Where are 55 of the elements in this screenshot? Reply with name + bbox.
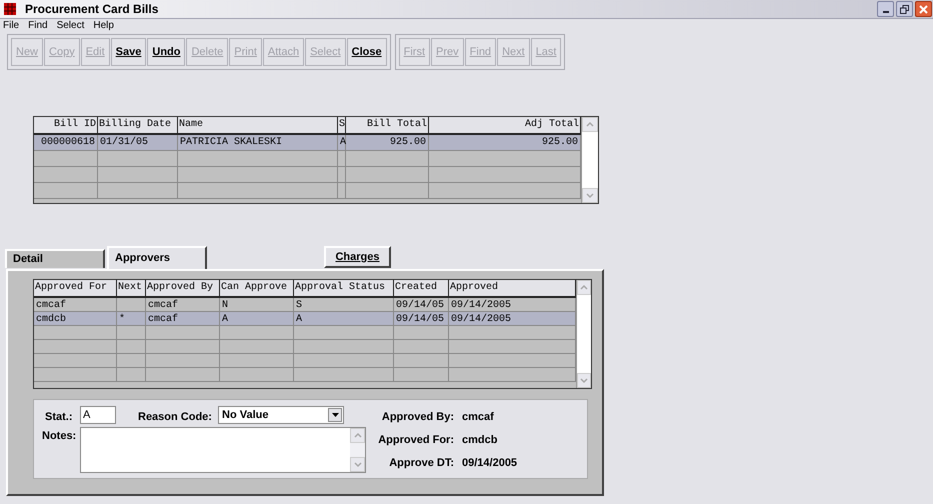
scroll-down-icon[interactable] <box>350 457 365 472</box>
scroll-up-icon[interactable] <box>577 280 591 295</box>
close-icon <box>919 4 928 14</box>
column-header[interactable]: Approved For <box>34 280 117 296</box>
column-header[interactable]: Bill Total <box>346 117 429 133</box>
table-cell: 01/31/05 <box>98 135 178 150</box>
reason-code-dropdown[interactable]: No Value <box>218 406 344 424</box>
column-header[interactable]: Name <box>178 117 338 133</box>
column-header[interactable]: Approved By <box>146 280 220 296</box>
column-header[interactable]: Next <box>117 280 146 296</box>
column-header[interactable]: Created <box>394 280 449 296</box>
restore-icon <box>900 4 909 14</box>
column-header[interactable]: Bill ID <box>34 117 98 133</box>
stat-field[interactable]: A <box>80 406 116 424</box>
close-button[interactable] <box>915 1 932 17</box>
column-header[interactable]: Can Approve <box>220 280 294 296</box>
table-cell: 000000618 <box>34 135 98 150</box>
table-cell: 925.00 <box>346 135 429 150</box>
notes-field[interactable] <box>80 427 366 473</box>
menu-item[interactable]: Find <box>28 18 48 33</box>
restore-button[interactable] <box>896 1 913 17</box>
info-value: cmcaf <box>462 410 494 425</box>
field-label: Notes: <box>42 429 76 444</box>
table-cell: PATRICIA SKALESKI <box>178 135 338 150</box>
table-cell: A <box>338 135 346 150</box>
menu-item[interactable]: Help <box>93 18 114 33</box>
column-header[interactable]: S <box>338 117 346 133</box>
scroll-down-icon[interactable] <box>577 373 591 388</box>
scroll-up-icon[interactable] <box>350 428 365 443</box>
info-label: Approve DT: <box>388 456 454 471</box>
minimize-button[interactable] <box>877 1 894 17</box>
toolbar-button[interactable]: Undo <box>147 38 186 66</box>
tab[interactable]: Charges <box>324 246 391 268</box>
field-label: Stat.: <box>45 410 72 425</box>
scroll-down-icon[interactable] <box>582 188 598 203</box>
field-label: Reason Code: <box>138 410 212 425</box>
info-value: cmdcb <box>462 433 498 448</box>
tab[interactable]: Detail <box>5 249 105 268</box>
tab[interactable]: Approvers <box>107 246 207 269</box>
info-label: Approved By: <box>380 410 454 425</box>
column-header[interactable]: Billing Date <box>98 117 178 133</box>
menu-item[interactable]: Select <box>56 18 84 33</box>
info-value: 09/14/2005 <box>462 456 518 471</box>
scroll-bar[interactable] <box>581 117 598 203</box>
info-label: Approved For: <box>377 433 454 448</box>
app-icon <box>3 2 17 16</box>
window-title: Procurement Card Bills <box>25 1 158 18</box>
minimize-icon <box>882 11 888 13</box>
column-header[interactable]: Approval Status <box>294 280 394 296</box>
menu-item[interactable]: File <box>3 18 20 33</box>
scroll-bar[interactable] <box>350 428 365 472</box>
toolbar-button[interactable]: Close <box>346 38 387 66</box>
scroll-bar[interactable] <box>576 280 591 388</box>
scroll-up-icon[interactable] <box>582 117 598 132</box>
toolbar-button[interactable]: Save <box>110 38 146 66</box>
